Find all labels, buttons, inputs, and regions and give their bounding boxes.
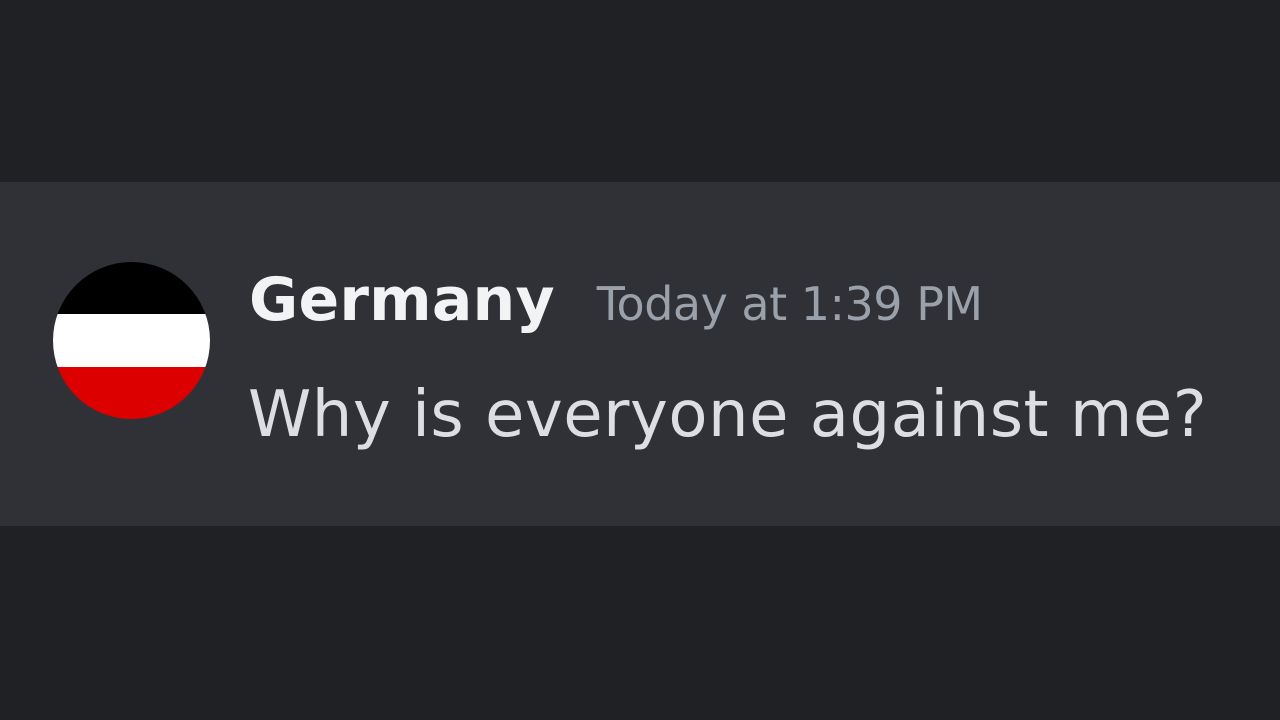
chat-message[interactable]: Germany Today at 1:39 PM Why is everyone… xyxy=(0,182,1280,526)
message-timestamp[interactable]: Today at 1:39 PM xyxy=(597,281,983,327)
avatar-stripe-white xyxy=(53,314,210,367)
username[interactable]: Germany xyxy=(249,270,555,330)
avatar-stripe-red xyxy=(53,366,210,419)
chat-area: Germany Today at 1:39 PM Why is everyone… xyxy=(0,0,1280,720)
message-content: Why is everyone against me? xyxy=(248,378,1208,452)
message-header: Germany Today at 1:39 PM xyxy=(249,270,983,330)
avatar[interactable] xyxy=(53,262,210,419)
avatar-stripe-black xyxy=(53,262,210,315)
